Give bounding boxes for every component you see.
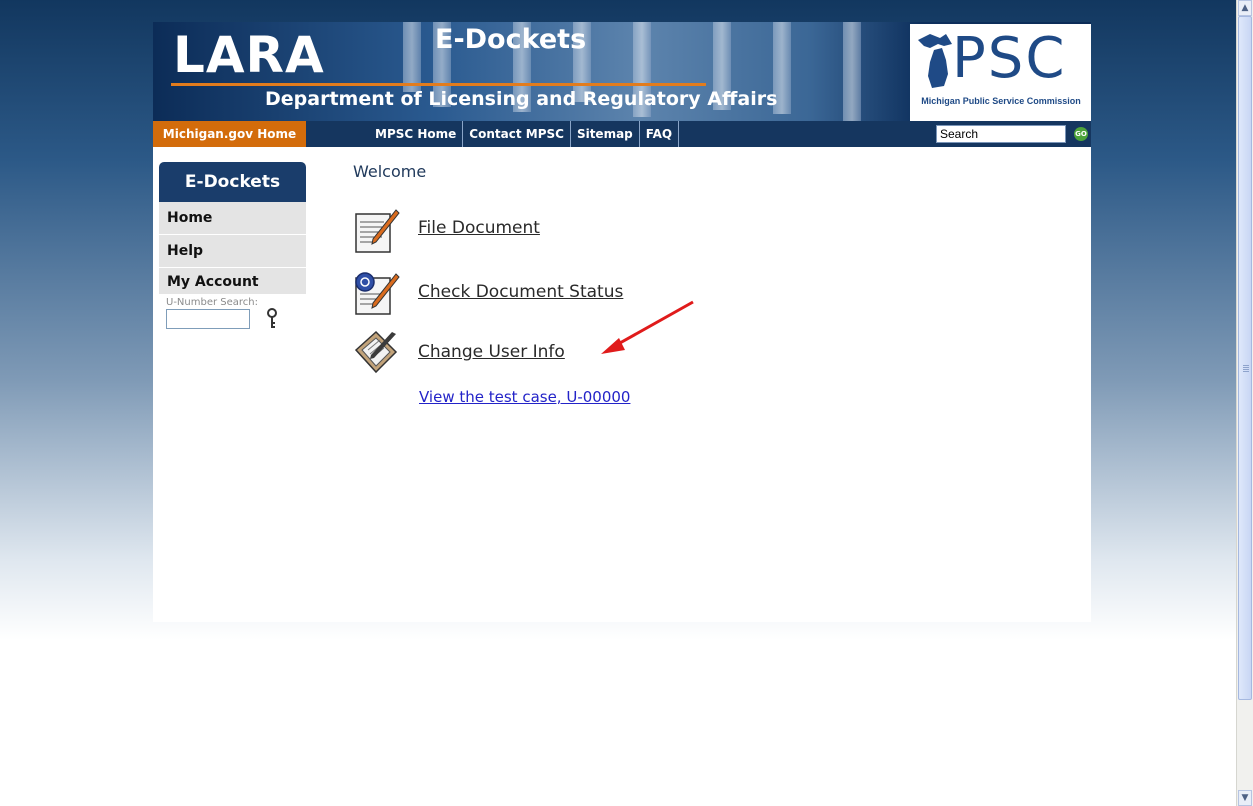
welcome-heading: Welcome — [353, 162, 427, 181]
nav-link-mpsc-home[interactable]: MPSC Home — [369, 121, 464, 147]
search-go-button[interactable]: GO — [1074, 127, 1088, 141]
file-document-link[interactable]: File Document — [418, 218, 540, 238]
psc-logo-letters: PSC — [952, 26, 1067, 91]
nav-links: MPSC Home Contact MPSC Sitemap FAQ — [369, 121, 680, 147]
document-pencil-icon — [355, 209, 400, 253]
clipboard-pen-icon — [354, 330, 398, 374]
scrollbar-thumb[interactable] — [1238, 16, 1252, 700]
change-user-info-link[interactable]: Change User Info — [418, 342, 565, 362]
test-case-link[interactable]: View the test case, U-00000 — [419, 388, 630, 406]
u-number-search-label: U-Number Search: — [166, 297, 259, 308]
psc-logo[interactable]: PSC Michigan Public Service Commission — [910, 24, 1091, 121]
department-name: Department of Licensing and Regulatory A… — [265, 88, 778, 110]
page-container: LARA E-Dockets Department of Licensing a… — [153, 22, 1091, 622]
scrollbar-grip — [1243, 365, 1249, 373]
banner-title: E-Dockets — [435, 24, 587, 55]
vertical-scrollbar[interactable]: ▲ ▼ — [1236, 0, 1253, 806]
sidebar-item-home[interactable]: Home — [159, 202, 306, 235]
site-search-input[interactable] — [936, 125, 1066, 143]
michigan-map-icon — [918, 34, 952, 88]
lara-logo[interactable]: LARA — [173, 28, 325, 82]
sidebar-item-my-account[interactable]: My Account — [159, 268, 306, 295]
scroll-down-button[interactable]: ▼ — [1238, 790, 1252, 806]
nav-link-contact-mpsc[interactable]: Contact MPSC — [463, 121, 571, 147]
top-nav-bar: Michigan.gov Home MPSC Home Contact MPSC… — [153, 121, 1091, 147]
banner-shelf-decoration — [843, 22, 861, 121]
nav-link-faq[interactable]: FAQ — [640, 121, 680, 147]
sidebar-header: E-Dockets — [159, 162, 306, 202]
site-banner: LARA E-Dockets Department of Licensing a… — [153, 22, 1091, 121]
u-number-search — [166, 308, 306, 332]
banner-shelf-decoration — [403, 22, 421, 92]
banner-accent-line — [171, 83, 706, 86]
annotation-arrow — [601, 300, 694, 354]
key-icon[interactable] — [266, 308, 278, 330]
sidebar: E-Dockets Home Help My Account U-Number … — [159, 162, 306, 332]
u-number-search-input[interactable] — [166, 309, 250, 329]
scroll-up-button[interactable]: ▲ — [1238, 0, 1252, 16]
psc-commission-name: Michigan Public Service Commission — [921, 96, 1081, 106]
sidebar-item-help[interactable]: Help — [159, 235, 306, 268]
document-check-icon — [355, 272, 400, 315]
nav-link-sitemap[interactable]: Sitemap — [571, 121, 640, 147]
nav-michigan-gov-home[interactable]: Michigan.gov Home — [153, 121, 306, 147]
